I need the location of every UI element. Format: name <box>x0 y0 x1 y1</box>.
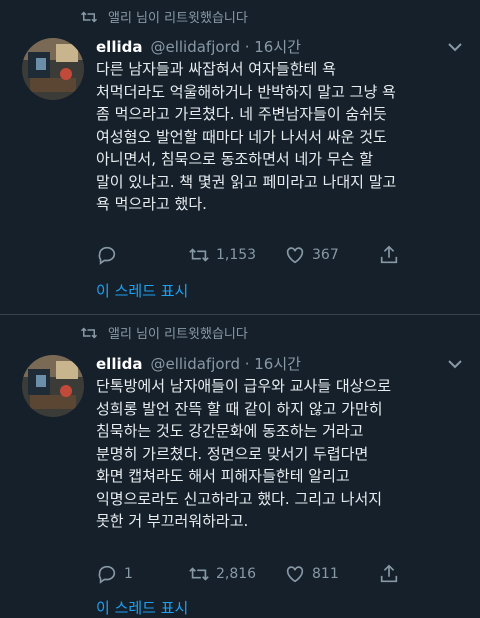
retweet-indicator: 앨리 님이 리트윗했습니다 <box>80 7 248 26</box>
handle-and-time[interactable]: @ellidafjord · 16시간 <box>150 36 301 57</box>
tweet[interactable]: 앨리 님이 리트윗했습니다 ellida @ellidafjord · 16시간… <box>0 0 480 314</box>
retweet-icon <box>80 326 98 339</box>
chevron-down-icon[interactable] <box>448 359 462 369</box>
display-name[interactable]: ellida <box>96 355 142 373</box>
share-icon <box>380 564 398 583</box>
like-icon <box>286 566 304 583</box>
reply-icon <box>98 565 116 584</box>
avatar-image <box>22 355 84 417</box>
retweet-icon <box>80 10 98 23</box>
tweet-actions: 1,153 367 <box>96 242 446 268</box>
reply-button[interactable]: 1 <box>96 563 188 585</box>
display-name[interactable]: ellida <box>96 38 142 56</box>
share-button[interactable] <box>378 563 400 585</box>
avatar-image <box>22 38 84 100</box>
tweet-text: 단톡방에서 남자애들이 급우와 교사들 대상으로 성희롱 발언 잔뜩 할 때 같… <box>96 377 392 530</box>
reply-button[interactable] <box>96 244 188 266</box>
share-button[interactable] <box>378 244 400 266</box>
avatar[interactable] <box>22 38 84 100</box>
like-button[interactable]: 367 <box>284 244 378 266</box>
retweet-indicator: 앨리 님이 리트윗했습니다 <box>80 323 248 342</box>
retweet-button[interactable]: 1,153 <box>188 244 284 266</box>
reply-icon <box>98 246 116 265</box>
retweet-count: 2,816 <box>216 566 257 582</box>
share-icon <box>380 245 398 264</box>
handle-and-time[interactable]: @ellidafjord · 16시간 <box>150 353 301 374</box>
reply-count: 1 <box>124 566 133 582</box>
tweet-text: 다른 남자들과 싸잡혀서 여자들한테 욕 처먹더라도 억울해하거나 반박하지 말… <box>96 60 397 213</box>
chevron-down-icon[interactable] <box>448 42 462 52</box>
like-count: 811 <box>312 566 339 582</box>
retweet-label: 앨리 님이 리트윗했습니다 <box>108 11 248 26</box>
like-count: 367 <box>312 247 339 263</box>
like-button[interactable]: 811 <box>284 563 378 585</box>
show-thread-link[interactable]: 이 스레드 표시 <box>96 280 188 301</box>
retweet-icon <box>189 567 209 581</box>
retweet-label: 앨리 님이 리트윗했습니다 <box>108 327 248 342</box>
tweet[interactable]: 앨리 님이 리트윗했습니다 ellida @ellidafjord · 16시간… <box>0 315 480 617</box>
avatar[interactable] <box>22 355 84 417</box>
tweet-actions: 1 2,816 811 <box>96 561 446 587</box>
like-icon <box>286 247 304 264</box>
tweet-header: ellida @ellidafjord · 16시간 <box>96 36 301 57</box>
retweet-icon <box>189 248 209 262</box>
tweet-header: ellida @ellidafjord · 16시간 <box>96 353 301 374</box>
retweet-count: 1,153 <box>216 247 257 263</box>
show-thread-link[interactable]: 이 스레드 표시 <box>96 597 188 618</box>
retweet-button[interactable]: 2,816 <box>188 563 284 585</box>
